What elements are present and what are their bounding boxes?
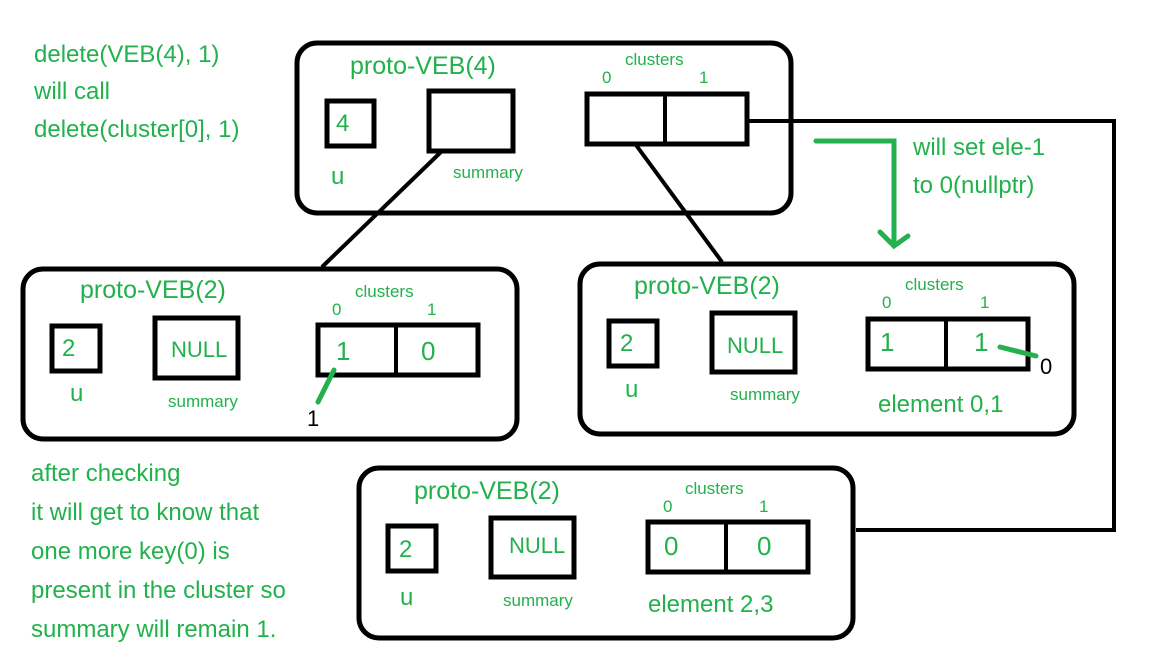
cluster0-to-right-node-edge (634, 143, 724, 264)
right-annotation-pointer (997, 344, 1039, 359)
bottom-u-label: u (400, 584, 413, 611)
bottom-node: proto-VEB(2) 2 u NULL summary clusters 0… (356, 465, 856, 641)
right-u-label: u (625, 376, 638, 403)
left-u-label: u (70, 380, 83, 407)
root-clusters-label: clusters (625, 50, 684, 69)
root-node: proto-VEB(4) 4 u summary clusters 0 1 (294, 40, 794, 216)
left-cluster-index: 1 (427, 300, 436, 319)
note-bottom-left-line: it will get to know that (31, 499, 259, 526)
left-annotation: 1 (307, 406, 319, 431)
note-bottom-left-line: present in the cluster so (31, 577, 286, 604)
right-node: proto-VEB(2) 2 u NULL summary clusters 0… (577, 261, 1077, 437)
right-node-title: proto-VEB(2) (634, 272, 780, 300)
bottom-cluster-value: 0 (757, 531, 771, 561)
note-bottom-left-line: summary will remain 1. (31, 616, 276, 643)
root-node-title: proto-VEB(4) (350, 52, 496, 80)
left-cluster-index: 0 (332, 300, 341, 319)
arrow-line (813, 138, 897, 247)
left-summary-value: NULL (171, 337, 227, 362)
root-u-label: u (331, 163, 344, 190)
right-clusters-label: clusters (905, 275, 964, 294)
left-cluster-value: 1 (336, 336, 350, 366)
bottom-summary-label: summary (503, 591, 573, 610)
root-summary-box (426, 88, 516, 154)
right-u-value: 2 (620, 330, 633, 357)
right-summary-value: NULL (727, 333, 783, 358)
root-u-value: 4 (336, 110, 349, 137)
right-cluster-index: 1 (980, 293, 989, 312)
right-cluster-value: 1 (974, 327, 988, 357)
note-arrow-line: will set ele-1 (912, 134, 1045, 161)
bottom-cluster-index: 1 (759, 497, 768, 516)
bottom-clusters-label: clusters (685, 479, 744, 498)
note-top-left-line: delete(VEB(4), 1) (34, 41, 219, 68)
bottom-u-value: 2 (399, 536, 412, 563)
root-summary-label: summary (453, 163, 523, 182)
note-bottom-left-line: one more key(0) is (31, 538, 230, 565)
left-clusters-label: clusters (355, 282, 414, 301)
left-cluster-value: 0 (421, 336, 435, 366)
note-bottom-left-line: after checking (31, 460, 180, 487)
note-top-left-line: delete(cluster[0], 1) (34, 116, 239, 143)
left-summary-label: summary (168, 392, 238, 411)
bottom-cluster-value: 0 (664, 531, 678, 561)
root-cluster-index: 1 (699, 68, 708, 87)
right-summary-label: summary (730, 385, 800, 404)
veb-diagram: delete(VEB(4), 1) will call delete(clust… (20, 40, 1116, 643)
right-cluster-index: 0 (882, 293, 891, 312)
right-caption: element 0,1 (878, 391, 1003, 418)
note-arrow-line: to 0(nullptr) (913, 172, 1034, 199)
bottom-caption: element 2,3 (648, 591, 773, 618)
root-u-box (324, 98, 377, 149)
note-top-left-line: will call (33, 78, 110, 105)
bottom-cluster-index: 0 (663, 497, 672, 516)
left-node: proto-VEB(2) 2 u NULL summary clusters 0… (20, 266, 520, 442)
right-annotation: 0 (1040, 354, 1052, 379)
left-u-value: 2 (62, 335, 75, 362)
left-node-title: proto-VEB(2) (80, 276, 226, 304)
root-cluster-index: 0 (602, 68, 611, 87)
bottom-summary-value: NULL (509, 533, 565, 558)
left-u-box (49, 323, 103, 374)
right-cluster-value: 1 (880, 327, 894, 357)
bottom-node-title: proto-VEB(2) (414, 477, 560, 505)
